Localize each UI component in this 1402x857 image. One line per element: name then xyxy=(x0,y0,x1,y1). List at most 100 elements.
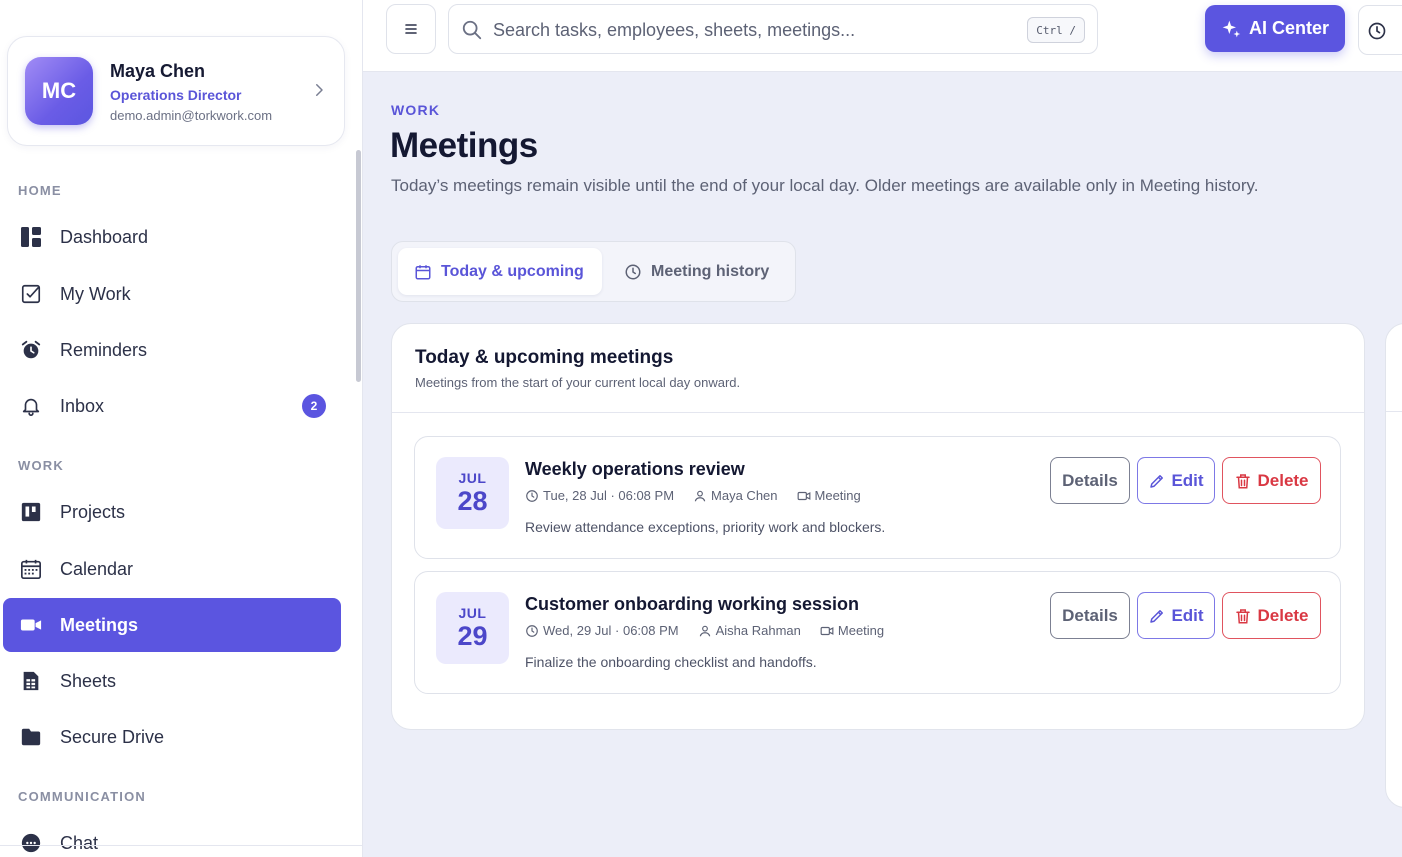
meeting-title: Weekly operations review xyxy=(525,459,745,479)
pencil-icon xyxy=(1150,474,1164,488)
pencil-icon xyxy=(1150,609,1164,623)
topbar: Ctrl / AI Center xyxy=(363,0,1402,72)
secondary-panel-divider xyxy=(1386,411,1402,412)
sidebar-item-label: Chat xyxy=(60,832,99,853)
hamburger-icon xyxy=(405,24,417,34)
search-icon xyxy=(462,20,482,40)
sidebar-footer-divider xyxy=(0,845,362,846)
sidebar-item-my-work[interactable]: My Work xyxy=(3,267,341,321)
date-day: 29 xyxy=(457,621,488,651)
secondary-panel xyxy=(1385,323,1402,808)
video-camera-icon xyxy=(19,613,43,637)
details-button[interactable]: Details xyxy=(1050,457,1130,504)
date-month: JUL xyxy=(458,605,487,621)
sidebar-item-dashboard[interactable]: Dashboard xyxy=(3,210,341,264)
panel-subtitle: Meetings from the start of your current … xyxy=(415,375,741,390)
meeting-title: Customer onboarding working session xyxy=(525,594,860,614)
clock-icon xyxy=(526,624,538,637)
panel-title: Today & upcoming meetings xyxy=(415,347,674,368)
clock-icon xyxy=(1368,22,1386,40)
sidebar-item-secure-drive[interactable]: Secure Drive xyxy=(3,710,341,764)
sidebar-item-label: Inbox xyxy=(60,395,105,416)
edit-label: Edit xyxy=(1171,605,1204,625)
sidebar-item-sheets[interactable]: Sheets xyxy=(3,654,341,708)
sidebar-item-label: Projects xyxy=(60,501,126,522)
meeting-tabs: Today & upcoming Meeting history xyxy=(391,241,796,302)
sidebar-item-meetings[interactable]: Meetings xyxy=(3,598,341,652)
meeting-meta: Tue, 28 Jul · 06:08 PM Maya Chen Meeting xyxy=(525,488,880,503)
sidebar-item-chat[interactable]: Chat xyxy=(3,816,341,857)
meeting-card: JUL 29 Customer onboarding working sessi… xyxy=(414,571,1341,694)
section-label-home: HOME xyxy=(18,183,62,198)
meeting-description: Review attendance exceptions, priority w… xyxy=(525,519,886,535)
meeting-datetime: Tue, 28 Jul · 06:08 PM xyxy=(543,488,675,503)
meeting-type: Meeting xyxy=(814,488,861,503)
section-label-communication: COMMUNICATION xyxy=(18,789,147,804)
sidebar: MC Maya Chen Operations Director demo.ad… xyxy=(0,0,363,857)
page-description: Today’s meetings remain visible until th… xyxy=(391,176,1259,195)
delete-button[interactable]: Delete xyxy=(1222,457,1321,504)
clock-button[interactable] xyxy=(1358,5,1402,55)
details-button[interactable]: Details xyxy=(1050,592,1130,639)
search-shortcut-hint: Ctrl / xyxy=(1027,17,1085,43)
search-box: Ctrl / xyxy=(448,4,1098,54)
user-icon xyxy=(699,625,710,636)
sidebar-item-label: Sheets xyxy=(60,670,117,691)
sidebar-scrollbar[interactable] xyxy=(356,150,361,382)
sidebar-item-reminders[interactable]: Reminders xyxy=(3,323,341,377)
user-icon xyxy=(694,490,706,501)
sidebar-item-label: Dashboard xyxy=(60,226,149,247)
meeting-description: Finalize the onboarding checklist and ha… xyxy=(525,654,817,670)
sparkle-icon xyxy=(1222,20,1241,37)
video-camera-icon xyxy=(820,626,834,635)
profile-card[interactable]: MC Maya Chen Operations Director demo.ad… xyxy=(7,36,345,146)
ai-center-label: AI Center xyxy=(1248,18,1329,38)
bell-icon xyxy=(19,394,43,418)
trash-icon xyxy=(1236,473,1251,488)
sidebar-item-projects[interactable]: Projects xyxy=(3,485,341,539)
ai-center-button[interactable]: AI Center xyxy=(1205,5,1345,52)
meeting-owner: Maya Chen xyxy=(711,488,778,503)
meeting-datetime: Wed, 29 Jul · 06:08 PM xyxy=(543,623,679,638)
chevron-right-icon[interactable] xyxy=(310,81,328,99)
profile-email: demo.admin@torkwork.com xyxy=(110,108,273,123)
sidebar-item-label: Secure Drive xyxy=(60,726,165,747)
folder-icon xyxy=(19,725,43,749)
profile-name: Maya Chen xyxy=(110,61,206,81)
edit-button[interactable]: Edit xyxy=(1137,592,1215,639)
edit-label: Edit xyxy=(1171,470,1204,490)
profile-role: Operations Director xyxy=(110,87,242,103)
trash-icon xyxy=(1236,608,1251,623)
calendar-icon xyxy=(415,264,431,279)
spreadsheet-icon xyxy=(19,669,43,693)
section-label-work: WORK xyxy=(18,458,64,473)
history-icon xyxy=(625,264,641,279)
avatar: MC xyxy=(25,57,93,125)
edit-button[interactable]: Edit xyxy=(1137,457,1215,504)
clock-icon xyxy=(526,489,538,502)
sidebar-item-label: My Work xyxy=(60,283,131,304)
sidebar-item-label: Reminders xyxy=(60,339,148,360)
sidebar-item-inbox[interactable]: Inbox 2 xyxy=(3,379,341,433)
delete-label: Delete xyxy=(1257,605,1309,625)
tab-meeting-history[interactable]: Meeting history xyxy=(622,248,792,295)
meeting-owner: Aisha Rahman xyxy=(715,623,801,638)
delete-button[interactable]: Delete xyxy=(1222,592,1321,639)
date-day: 28 xyxy=(457,486,488,516)
kanban-icon xyxy=(19,500,43,524)
details-label: Details xyxy=(1062,605,1118,625)
delete-label: Delete xyxy=(1257,470,1309,490)
tab-today-upcoming[interactable]: Today & upcoming xyxy=(398,248,602,295)
dashboard-icon xyxy=(19,225,43,249)
meeting-type: Meeting xyxy=(837,623,885,638)
search-input[interactable] xyxy=(493,17,1013,43)
sidebar-item-calendar[interactable]: Calendar xyxy=(3,542,341,596)
chat-icon xyxy=(19,831,43,855)
calendar-icon xyxy=(19,557,43,581)
page-title: Meetings xyxy=(390,126,538,165)
tab-label: Meeting history xyxy=(651,262,770,280)
menu-button[interactable] xyxy=(386,4,436,54)
meeting-card: JUL 28 Weekly operations review Tue, 28 … xyxy=(414,436,1341,559)
page-eyebrow: WORK xyxy=(391,102,441,118)
video-camera-icon xyxy=(797,491,810,500)
